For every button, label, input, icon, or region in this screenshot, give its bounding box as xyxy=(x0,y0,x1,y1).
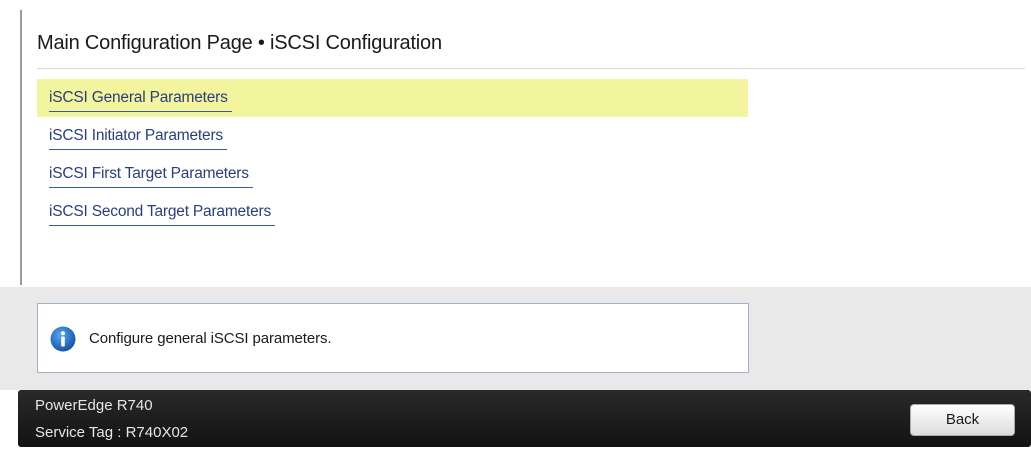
bios-setup-screen: Main Configuration Page • iSCSI Configur… xyxy=(0,0,1031,451)
menu-item-label: iSCSI Initiator Parameters xyxy=(49,127,227,150)
menu-item-label: iSCSI Second Target Parameters xyxy=(49,203,276,226)
menu-item-iscsi-first-target-parameters[interactable]: iSCSI First Target Parameters xyxy=(37,155,748,193)
help-text: Configure general iSCSI parameters. xyxy=(89,330,332,347)
help-box: Configure general iSCSI parameters. xyxy=(37,303,749,373)
footer-bar: PowerEdge R740 Service Tag : R740X02 Bac… xyxy=(18,390,1031,447)
menu-item-iscsi-initiator-parameters[interactable]: iSCSI Initiator Parameters xyxy=(37,117,748,155)
menu-item-iscsi-second-target-parameters[interactable]: iSCSI Second Target Parameters xyxy=(37,193,748,231)
system-model: PowerEdge R740 xyxy=(35,397,153,414)
iscsi-menu: iSCSI General Parameters iSCSI Initiator… xyxy=(37,79,748,231)
main-configuration-panel: Main Configuration Page • iSCSI Configur… xyxy=(20,10,1031,285)
menu-item-label: iSCSI First Target Parameters xyxy=(49,165,253,188)
info-icon xyxy=(50,326,76,352)
title-divider xyxy=(37,68,1025,69)
help-area: Configure general iSCSI parameters. xyxy=(0,287,1031,390)
back-button[interactable]: Back xyxy=(910,404,1015,436)
page-title: Main Configuration Page • iSCSI Configur… xyxy=(37,32,442,54)
menu-item-iscsi-general-parameters[interactable]: iSCSI General Parameters xyxy=(37,79,748,117)
service-tag: Service Tag : R740X02 xyxy=(35,424,189,441)
menu-item-label: iSCSI General Parameters xyxy=(49,89,232,112)
